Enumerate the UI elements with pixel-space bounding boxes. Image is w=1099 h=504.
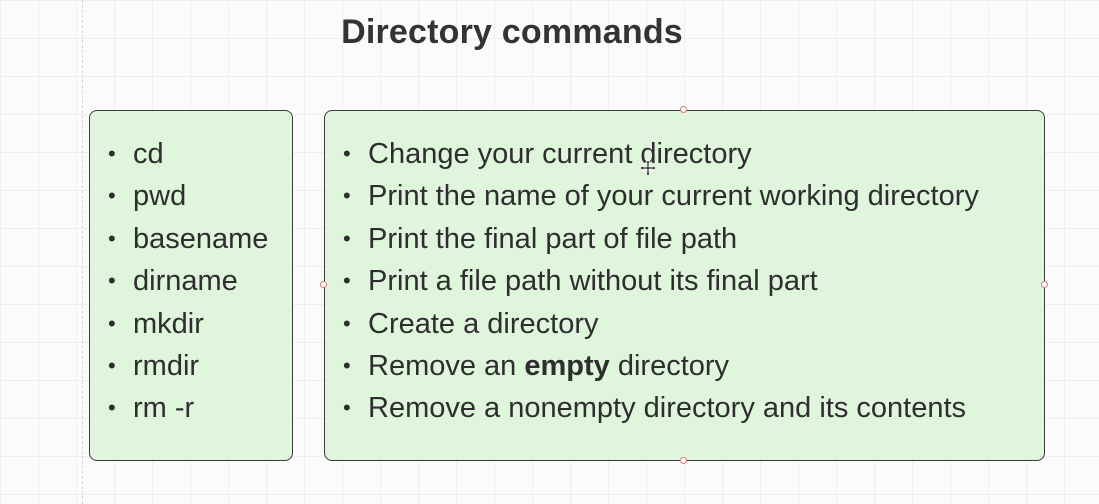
bullet: • [343,225,351,251]
commands-box[interactable]: • cd • pwd • basename • dirname • mkdir • rmdi… [89,110,293,461]
command-item: • dirname [108,260,268,302]
selection-handle-bottom-icon[interactable] [680,457,687,464]
bullet: • [108,395,116,421]
selection-handle-left-icon[interactable] [320,281,327,288]
commands-list: • cd • pwd • basename • dirname • mkdir • rmdi… [108,133,268,430]
bullet: • [108,225,116,251]
bullet: • [343,353,351,379]
move-cursor-icon [640,160,656,176]
description-text: Print the final part of file path [368,222,738,255]
command-label: pwd [133,180,187,213]
descriptions-list: • Change your current directory • Print th… [343,133,979,430]
description-text: Change your current directory [368,138,752,170]
description-text: Remove a nonempty directory and its cont… [368,392,967,425]
description-item: • Create a directory [343,303,979,345]
description-item: • Print the final part of file path [343,218,979,260]
page-title: Directory commands [341,13,683,51]
description-text: Print a file path without its final part [368,265,818,298]
command-item: • rmdir [108,345,268,387]
command-label: basename [133,222,269,255]
command-label: dirname [133,265,238,298]
bullet: • [108,353,116,379]
description-text: Create a directory [368,307,599,340]
selection-handle-right-icon[interactable] [1041,281,1048,288]
description-text-after: directory [609,350,730,383]
description-item: • Print a file path without its final par… [343,260,979,302]
emphasis-text: empty [524,350,610,383]
description-item: • Print the name of your current working … [343,175,979,217]
description-item: • Remove a nonempty directory and its con… [343,387,979,429]
bullet: • [108,310,116,336]
selection-handle-top-icon[interactable] [680,106,687,113]
command-item: • cd [108,133,268,175]
bullet: • [108,268,116,294]
bullet: • [343,395,351,421]
command-label: rm -r [133,392,195,425]
bullet: • [108,183,116,209]
bullet: • [343,183,351,209]
descriptions-box[interactable]: • Change your current directory • Print th… [324,110,1045,461]
description-item: • Change your current directory [343,133,979,175]
description-text-before: Remove an [368,350,525,383]
description-item: • Remove an empty directory [343,345,979,387]
command-item: • basename [108,218,268,260]
bullet: • [108,141,116,166]
description-text: Print the name of your current working d… [368,180,979,213]
dashed-guide-line [82,0,83,504]
command-item: • pwd [108,175,268,217]
command-item: • rm -r [108,387,268,429]
command-label: rmdir [133,350,200,383]
command-item: • mkdir [108,303,268,345]
command-label: cd [133,138,164,170]
bullet: • [343,268,351,294]
bullet: • [343,310,351,336]
command-label: mkdir [133,307,204,340]
bullet: • [343,141,351,166]
